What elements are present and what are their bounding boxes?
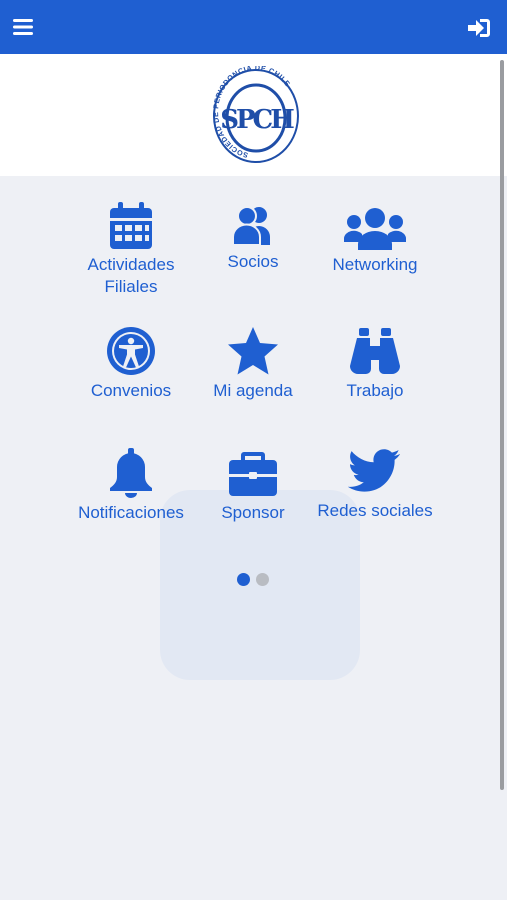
hamburger-menu-icon bbox=[13, 19, 33, 35]
menu-item-convenios[interactable]: Convenios bbox=[70, 326, 192, 402]
menu-item-label: Networking bbox=[332, 255, 418, 274]
menu-item-label: Socios bbox=[227, 252, 279, 271]
menu-item-networking[interactable]: Networking bbox=[314, 208, 436, 276]
menu-item-socios[interactable]: Socios bbox=[192, 205, 314, 273]
universal-access-icon bbox=[107, 327, 155, 375]
binoculars-icon bbox=[350, 328, 400, 374]
briefcase-icon bbox=[229, 452, 277, 496]
scrollbar[interactable] bbox=[500, 60, 504, 790]
menu-button[interactable] bbox=[12, 17, 34, 37]
menu-item-trabajo[interactable]: Trabajo bbox=[314, 326, 436, 402]
logo-banner: SOCIEDAD DE PERIODONCIA DE CHILE SPCH bbox=[0, 54, 507, 176]
login-button[interactable] bbox=[467, 17, 491, 39]
menu-item-label: Notificaciones bbox=[78, 503, 184, 522]
menu-item-redes-sociales[interactable]: Redes sociales bbox=[314, 448, 436, 522]
menu-item-label: Mi agenda bbox=[213, 381, 293, 400]
star-icon bbox=[228, 327, 278, 375]
calendar-icon bbox=[110, 202, 152, 249]
menu-item-actividades-filiales[interactable]: Actividades Filiales bbox=[70, 200, 192, 298]
menu-item-label: Redes sociales bbox=[317, 501, 433, 520]
menu-item-label: Convenios bbox=[90, 381, 172, 400]
svg-text:SPCH: SPCH bbox=[220, 105, 294, 135]
menu-item-label: Actividades Filiales bbox=[87, 255, 175, 296]
page-dot[interactable] bbox=[256, 573, 269, 586]
users-group-icon bbox=[344, 208, 406, 250]
menu-item-label: Sponsor bbox=[221, 503, 285, 522]
user-friends-icon bbox=[232, 206, 270, 246]
menu-item-sponsor[interactable]: Sponsor bbox=[192, 448, 314, 524]
page-indicator bbox=[237, 573, 271, 587]
spch-logo: SOCIEDAD DE PERIODONCIA DE CHILE SPCH bbox=[211, 63, 300, 166]
bell-icon bbox=[110, 448, 152, 498]
menu-item-label: Trabajo bbox=[346, 381, 404, 400]
menu-item-notificaciones[interactable]: Notificaciones bbox=[70, 448, 192, 524]
twitter-bird-icon bbox=[348, 449, 400, 492]
sign-in-icon bbox=[468, 19, 490, 37]
page-dot-active[interactable] bbox=[237, 573, 250, 586]
menu-item-mi-agenda[interactable]: Mi agenda bbox=[192, 326, 314, 402]
app-header bbox=[0, 0, 507, 54]
